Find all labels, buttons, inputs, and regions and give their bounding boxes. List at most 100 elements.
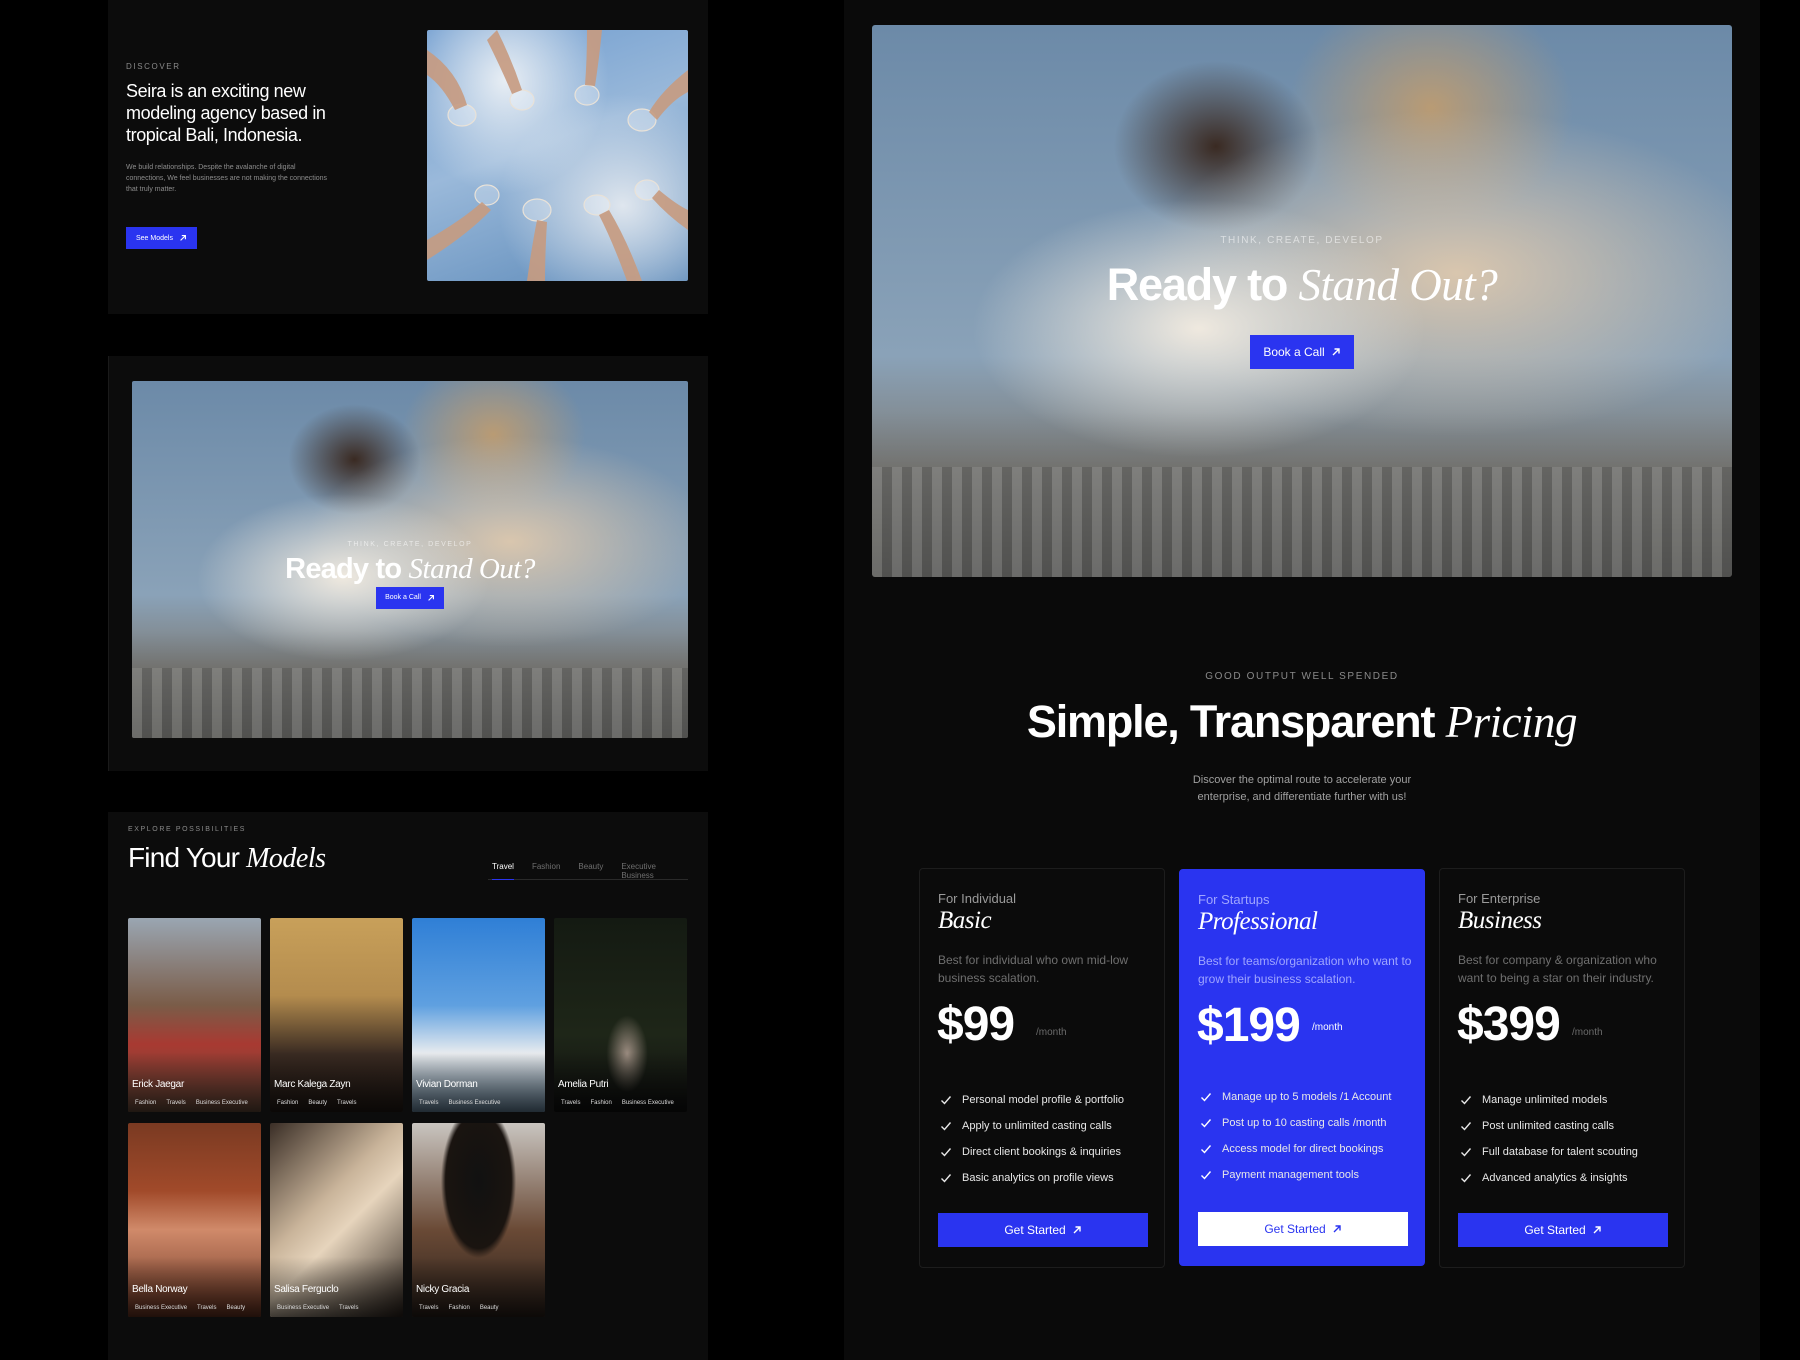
check-icon xyxy=(1461,1148,1472,1157)
models-title: Find Your Models xyxy=(128,842,326,875)
book-call-button-small[interactable]: Book a Call xyxy=(376,586,444,609)
model-card[interactable]: Salisa Ferguclo Business Executive Trave… xyxy=(270,1123,403,1317)
model-tag: Business Executive xyxy=(277,1305,330,1311)
arrow-up-right-icon xyxy=(1593,1226,1601,1234)
model-card[interactable]: Marc Kalega Zayn Fashion Beauty Travels xyxy=(270,918,403,1112)
discover-headline: Seira is an exciting new modeling agency… xyxy=(126,81,326,145)
get-started-label: Get Started xyxy=(1524,1223,1586,1237)
plan-description: Best for teams/organization who want to … xyxy=(1198,954,1412,986)
discover-body: We build relationships. Despite the aval… xyxy=(126,164,328,193)
pricing-subtitle: Discover the optimal route to accelerate… xyxy=(1192,774,1412,803)
plan-feature-label: Basic analytics on profile views xyxy=(962,1172,1114,1184)
plan-feature: Full database for talent scouting xyxy=(1460,1139,1638,1165)
get-started-basic-button[interactable]: Get Started xyxy=(938,1213,1148,1247)
model-tag: Business Executive xyxy=(195,1100,248,1106)
plan-name: Business xyxy=(1458,907,1542,934)
model-card[interactable]: Bella Norway Business Executive Travels … xyxy=(128,1123,261,1317)
model-tag: Fashion xyxy=(590,1100,612,1106)
cta-large-title-plain: Ready to xyxy=(1106,259,1289,310)
tab-travel[interactable]: Travel xyxy=(492,862,514,880)
arrow-up-right-icon xyxy=(180,235,186,241)
cta-large-eyebrow: THINK, CREATE, DEVELOP xyxy=(1220,235,1384,246)
model-name: Salisa Ferguclo xyxy=(274,1284,339,1295)
cta-small-hero-photo: THINK, CREATE, DEVELOP Ready to Stand Ou… xyxy=(132,381,688,738)
model-card[interactable]: Amelia Putri Travels Fashion Business Ex… xyxy=(554,918,687,1112)
plan-feature-label: Manage unlimited models xyxy=(1482,1094,1608,1106)
check-icon xyxy=(941,1148,952,1157)
plan-feature-label: Manage up to 5 models /1 Account xyxy=(1222,1091,1392,1103)
arrow-up-right-icon xyxy=(1333,1225,1341,1233)
plan-features: Personal model profile & portfolio Apply… xyxy=(940,1087,1124,1191)
model-card[interactable]: Erick Jaegar Fashion Travels Business Ex… xyxy=(128,918,261,1112)
model-tag: Travels xyxy=(561,1100,581,1106)
model-card[interactable]: Vivian Dorman Travels Business Executive xyxy=(412,918,545,1112)
check-icon xyxy=(941,1174,952,1183)
plan-feature-label: Direct client bookings & inquiries xyxy=(962,1146,1121,1158)
plan-feature: Post unlimited casting calls xyxy=(1460,1113,1638,1139)
check-icon xyxy=(1201,1145,1212,1154)
model-tags: Travels Business Executive xyxy=(419,1100,500,1106)
pricing-title-plain: Simple, Transparent xyxy=(1026,696,1436,747)
models-title-italic: Models xyxy=(246,843,326,874)
model-tag: Business Executive xyxy=(621,1100,674,1106)
model-card[interactable]: Nicky Gracia Travels Fashion Beauty xyxy=(412,1123,545,1317)
model-tag: Beauty xyxy=(226,1305,246,1311)
see-models-button[interactable]: See Models xyxy=(126,227,197,249)
glasses-toast-photo xyxy=(427,30,688,281)
cta-large-hero-photo: THINK, CREATE, DEVELOP Ready to Stand Ou… xyxy=(872,25,1732,577)
model-tag: Beauty xyxy=(308,1100,328,1106)
model-name: Bella Norway xyxy=(132,1284,188,1295)
model-tags: Business Executive Travels Beauty xyxy=(135,1305,245,1311)
plan-price: $199 xyxy=(1197,999,1301,1052)
plan-feature-label: Post up to 10 casting calls /month xyxy=(1222,1117,1387,1129)
get-started-business-button[interactable]: Get Started xyxy=(1458,1213,1668,1247)
tab-executive-business[interactable]: Executive Business xyxy=(621,862,688,880)
check-icon xyxy=(1201,1093,1212,1102)
plan-feature: Basic analytics on profile views xyxy=(940,1165,1124,1191)
plan-feature: Manage up to 5 models /1 Account xyxy=(1200,1084,1391,1110)
get-started-professional-button[interactable]: Get Started xyxy=(1198,1212,1408,1246)
plan-feature: Manage unlimited models xyxy=(1460,1087,1638,1113)
model-tag: Travels xyxy=(419,1100,439,1106)
plan-feature-label: Advanced analytics & insights xyxy=(1482,1172,1628,1184)
plan-period: /month xyxy=(1036,1027,1067,1038)
model-tag: Fashion xyxy=(448,1305,470,1311)
model-tags: Travels Fashion Beauty xyxy=(419,1305,499,1311)
plan-feature: Advanced analytics & insights xyxy=(1460,1165,1638,1191)
model-tag: Business Executive xyxy=(135,1305,188,1311)
cta-large-title-italic: Stand Out? xyxy=(1298,260,1498,310)
model-tag: Travels xyxy=(197,1305,217,1311)
plan-feature-label: Post unlimited casting calls xyxy=(1482,1120,1615,1132)
plan-audience: For Individual xyxy=(938,891,1017,906)
discover-section: DISCOVER Seira is an exciting new modeli… xyxy=(108,0,708,314)
tab-beauty[interactable]: Beauty xyxy=(578,862,603,879)
plan-description: Best for company & organization who want… xyxy=(1458,953,1657,985)
plan-description: Best for individual who own mid-low busi… xyxy=(938,953,1129,985)
check-icon xyxy=(941,1122,952,1131)
model-tags: Travels Fashion Business Executive xyxy=(561,1100,674,1106)
plan-feature-label: Apply to unlimited casting calls xyxy=(962,1120,1112,1132)
book-call-button-large[interactable]: Book a Call xyxy=(1250,335,1354,369)
model-tag: Travels xyxy=(166,1100,186,1106)
models-section: EXPLORE POSSIBILITIES Find Your Models T… xyxy=(108,812,708,1360)
right-page: THINK, CREATE, DEVELOP Ready to Stand Ou… xyxy=(844,0,1760,1360)
arrow-up-right-icon xyxy=(1332,348,1340,356)
cta-small-eyebrow: THINK, CREATE, DEVELOP xyxy=(347,541,473,548)
plan-feature-label: Access model for direct bookings xyxy=(1222,1143,1384,1155)
plan-feature: Post up to 10 casting calls /month xyxy=(1200,1110,1391,1136)
plan-audience: For Enterprise xyxy=(1458,891,1541,906)
plan-feature-label: Personal model profile & portfolio xyxy=(962,1094,1125,1106)
plan-features: Manage unlimited models Post unlimited c… xyxy=(1460,1087,1638,1191)
get-started-label: Get Started xyxy=(1264,1222,1326,1236)
plan-name: Professional xyxy=(1198,908,1318,935)
plan-audience: For Startups xyxy=(1198,892,1270,907)
check-icon xyxy=(1201,1171,1212,1180)
arrow-up-right-icon xyxy=(1073,1226,1081,1234)
plan-feature-label: Full database for talent scouting xyxy=(1482,1146,1638,1158)
plan-feature: Access model for direct bookings xyxy=(1200,1136,1391,1162)
tab-fashion[interactable]: Fashion xyxy=(532,862,560,879)
plan-professional: For Startups Professional Best for teams… xyxy=(1179,869,1425,1266)
arrow-up-right-icon xyxy=(428,594,434,601)
model-tag: Travels xyxy=(419,1305,439,1311)
models-title-plain: Find Your xyxy=(128,842,240,873)
